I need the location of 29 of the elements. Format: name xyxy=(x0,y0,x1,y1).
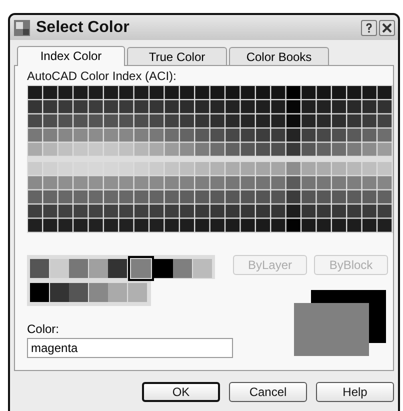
color-swatch[interactable] xyxy=(30,259,49,278)
color-swatch[interactable] xyxy=(50,283,68,302)
color-swatch[interactable] xyxy=(69,259,88,278)
tab[interactable]: Index Color xyxy=(17,46,125,66)
color-index-grid[interactable] xyxy=(27,85,393,233)
app-icon xyxy=(14,20,30,36)
color-swatch[interactable] xyxy=(108,259,127,278)
color-swatch[interactable] xyxy=(88,283,108,302)
color-swatch[interactable] xyxy=(128,283,146,302)
color-input-field[interactable]: magenta xyxy=(27,338,233,358)
color-swatch[interactable] xyxy=(30,283,49,302)
color-swatch[interactable] xyxy=(88,259,108,278)
dialog-button[interactable]: Cancel xyxy=(229,382,307,402)
help-icon[interactable] xyxy=(361,20,377,36)
color-swatch[interactable] xyxy=(173,259,192,278)
color-swatch[interactable] xyxy=(192,259,212,278)
window-title: Select Color xyxy=(36,18,130,36)
color-swatch[interactable] xyxy=(50,259,68,278)
color-swatch[interactable] xyxy=(108,283,127,302)
field-label: Color: xyxy=(27,322,60,336)
color-swatch[interactable] xyxy=(130,259,150,278)
color-swatch[interactable] xyxy=(154,259,172,278)
color-swatch[interactable] xyxy=(69,283,88,302)
tab[interactable]: True Color xyxy=(127,47,227,65)
dialog-button[interactable]: Help xyxy=(316,382,394,402)
tab[interactable]: Color Books xyxy=(229,47,329,65)
close-icon[interactable] xyxy=(379,20,395,36)
section-label: AutoCAD Color Index (ACI): xyxy=(27,69,178,83)
dialog-button[interactable]: OK xyxy=(142,382,220,402)
